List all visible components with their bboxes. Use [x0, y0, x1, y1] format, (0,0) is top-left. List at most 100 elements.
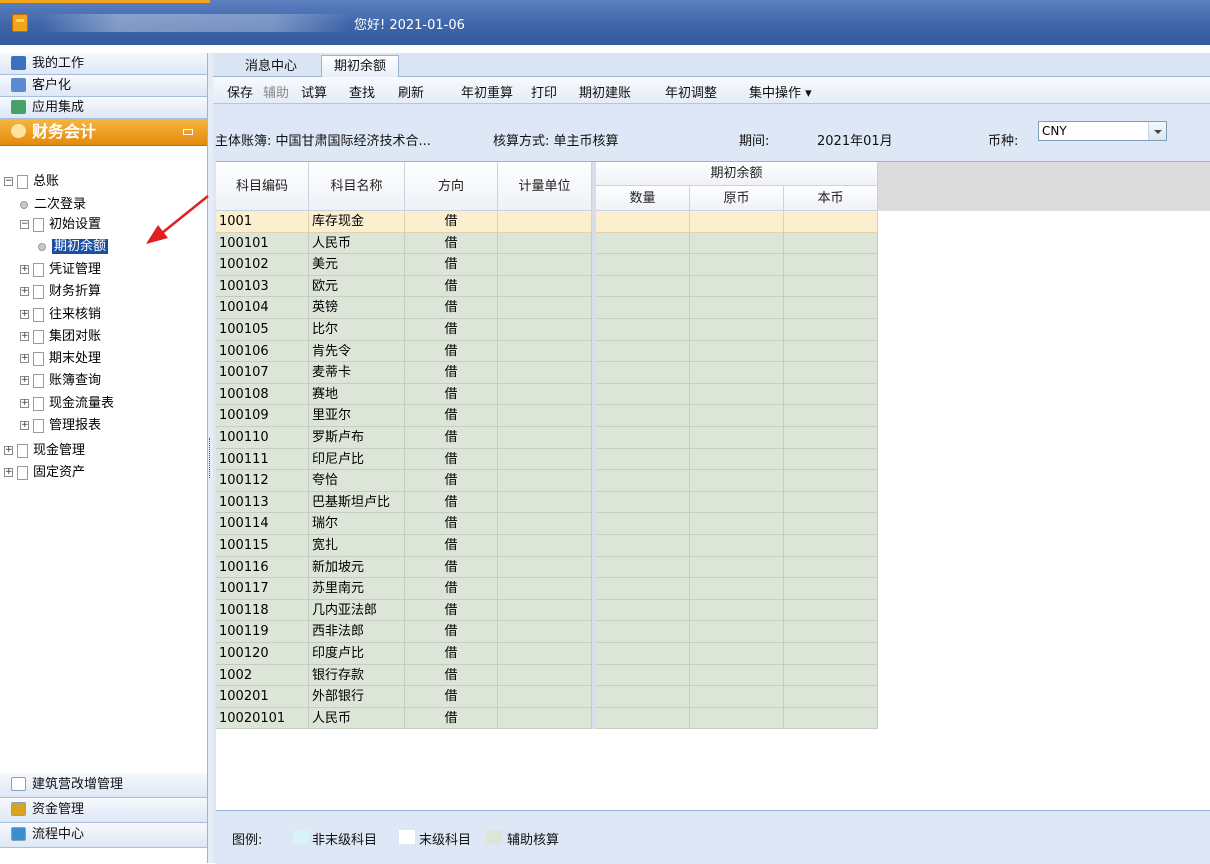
table-cell[interactable]: 10020101 — [216, 707, 309, 730]
module-2[interactable]: 应用集成 — [0, 97, 207, 119]
table-cell[interactable]: 100103 — [216, 275, 309, 298]
table-cell[interactable]: 人民币 — [309, 232, 405, 255]
table-cell[interactable]: 借 — [405, 383, 498, 406]
table-cell[interactable] — [596, 340, 690, 363]
table-row[interactable]: 100111 印尼卢比借 — [216, 448, 878, 471]
table-cell[interactable] — [690, 578, 784, 600]
expand-tree-icon[interactable]: + — [20, 287, 29, 296]
table-cell[interactable] — [784, 599, 878, 622]
table-cell[interactable]: 英镑 — [309, 297, 405, 319]
table-cell[interactable] — [596, 643, 690, 665]
table-cell[interactable]: 1001 — [216, 211, 309, 233]
table-cell[interactable] — [596, 405, 690, 427]
tree-node-0[interactable]: − 总账 — [4, 172, 59, 192]
tree-node-2[interactable]: − 初始设置 — [20, 215, 101, 235]
table-cell[interactable] — [690, 470, 784, 492]
tree-node-7[interactable]: + 集团对账 — [20, 327, 101, 347]
table-cell[interactable] — [784, 664, 878, 687]
table-cell[interactable] — [596, 448, 690, 471]
table-cell[interactable]: 100101 — [216, 232, 309, 255]
expand-tree-icon[interactable]: + — [20, 310, 29, 319]
tree-node-9[interactable]: + 账簿查询 — [20, 371, 101, 391]
table-cell[interactable] — [690, 556, 784, 579]
table-cell[interactable] — [784, 405, 878, 427]
table-cell[interactable]: 人民币 — [309, 707, 405, 730]
table-row[interactable]: 100104 英镑借 — [216, 297, 878, 319]
table-row[interactable]: 100116 新加坡元借 — [216, 556, 878, 579]
table-cell[interactable] — [596, 513, 690, 535]
table-cell[interactable]: 印度卢比 — [309, 643, 405, 665]
table-cell[interactable] — [784, 513, 878, 535]
table-cell[interactable]: 里亚尔 — [309, 405, 405, 427]
table-cell[interactable] — [498, 643, 592, 665]
column-header-name[interactable]: 科目名称 — [309, 162, 405, 211]
table-cell[interactable] — [690, 686, 784, 708]
bottom-module-2[interactable]: 流程中心 — [0, 823, 207, 848]
table-cell[interactable]: 肯先令 — [309, 340, 405, 363]
table-row[interactable]: 100201 外部银行借 — [216, 686, 878, 708]
table-row[interactable]: 10020101 人民币借 — [216, 707, 878, 730]
table-cell[interactable] — [498, 275, 592, 298]
table-cell[interactable] — [498, 513, 592, 535]
collapse-tree-icon[interactable]: − — [20, 220, 29, 229]
table-cell[interactable] — [498, 254, 592, 276]
tree-node-4[interactable]: + 凭证管理 — [20, 260, 101, 280]
table-cell[interactable]: 借 — [405, 664, 498, 687]
table-cell[interactable] — [498, 211, 592, 233]
table-cell[interactable]: 借 — [405, 491, 498, 514]
table-cell[interactable] — [690, 340, 784, 363]
toolbar-button-1[interactable]: 辅助 — [263, 82, 289, 101]
table-cell[interactable] — [596, 599, 690, 622]
table-cell[interactable] — [784, 686, 878, 708]
tab-opening-balance[interactable]: 期初余额 — [321, 55, 400, 77]
table-cell[interactable] — [498, 491, 592, 514]
table-cell[interactable] — [596, 275, 690, 298]
expand-tree-icon[interactable]: + — [20, 399, 29, 408]
table-cell[interactable] — [596, 621, 690, 643]
table-cell[interactable]: 100105 — [216, 319, 309, 341]
column-header-code[interactable]: 科目编码 — [216, 162, 309, 211]
table-row[interactable]: 100102 美元借 — [216, 254, 878, 276]
table-cell[interactable] — [690, 383, 784, 406]
toolbar-button-2[interactable]: 试算 — [301, 82, 327, 101]
table-cell[interactable]: 外部银行 — [309, 686, 405, 708]
table-cell[interactable] — [498, 362, 592, 384]
table-cell[interactable]: 100114 — [216, 513, 309, 535]
table-cell[interactable] — [596, 707, 690, 730]
table-cell[interactable] — [784, 362, 878, 384]
table-cell[interactable]: 借 — [405, 643, 498, 665]
table-cell[interactable] — [784, 275, 878, 298]
table-cell[interactable] — [784, 535, 878, 557]
table-cell[interactable] — [498, 427, 592, 449]
toolbar-button-5[interactable]: 年初重算 — [461, 82, 513, 101]
table-cell[interactable]: 100116 — [216, 556, 309, 579]
table-row[interactable]: 100114 瑞尔借 — [216, 513, 878, 535]
table-row[interactable]: 100106 肯先令借 — [216, 340, 878, 363]
table-cell[interactable] — [498, 578, 592, 600]
table-cell[interactable]: 借 — [405, 297, 498, 319]
currency-select[interactable]: CNY — [1038, 121, 1167, 141]
column-header-local-currency[interactable]: 本币 — [784, 186, 878, 211]
table-cell[interactable] — [596, 556, 690, 579]
table-cell[interactable] — [690, 643, 784, 665]
table-cell[interactable]: 1002 — [216, 664, 309, 687]
tree-node-6[interactable]: + 往来核销 — [20, 305, 101, 325]
table-cell[interactable] — [784, 621, 878, 643]
table-cell[interactable]: 100106 — [216, 340, 309, 363]
table-cell[interactable] — [498, 383, 592, 406]
table-cell[interactable] — [498, 686, 592, 708]
table-cell[interactable] — [690, 491, 784, 514]
table-cell[interactable] — [784, 556, 878, 579]
table-cell[interactable]: 100112 — [216, 470, 309, 492]
table-cell[interactable] — [690, 362, 784, 384]
table-row[interactable]: 100120 印度卢比借 — [216, 643, 878, 665]
table-cell[interactable]: 借 — [405, 254, 498, 276]
tree-node-12[interactable]: + 现金管理 — [4, 441, 85, 461]
table-cell[interactable]: 瑞尔 — [309, 513, 405, 535]
table-row[interactable]: 100109 里亚尔借 — [216, 405, 878, 427]
table-cell[interactable] — [596, 491, 690, 514]
table-row[interactable]: 1002 银行存款借 — [216, 664, 878, 687]
table-cell[interactable]: 美元 — [309, 254, 405, 276]
table-cell[interactable] — [690, 621, 784, 643]
table-cell[interactable] — [498, 599, 592, 622]
